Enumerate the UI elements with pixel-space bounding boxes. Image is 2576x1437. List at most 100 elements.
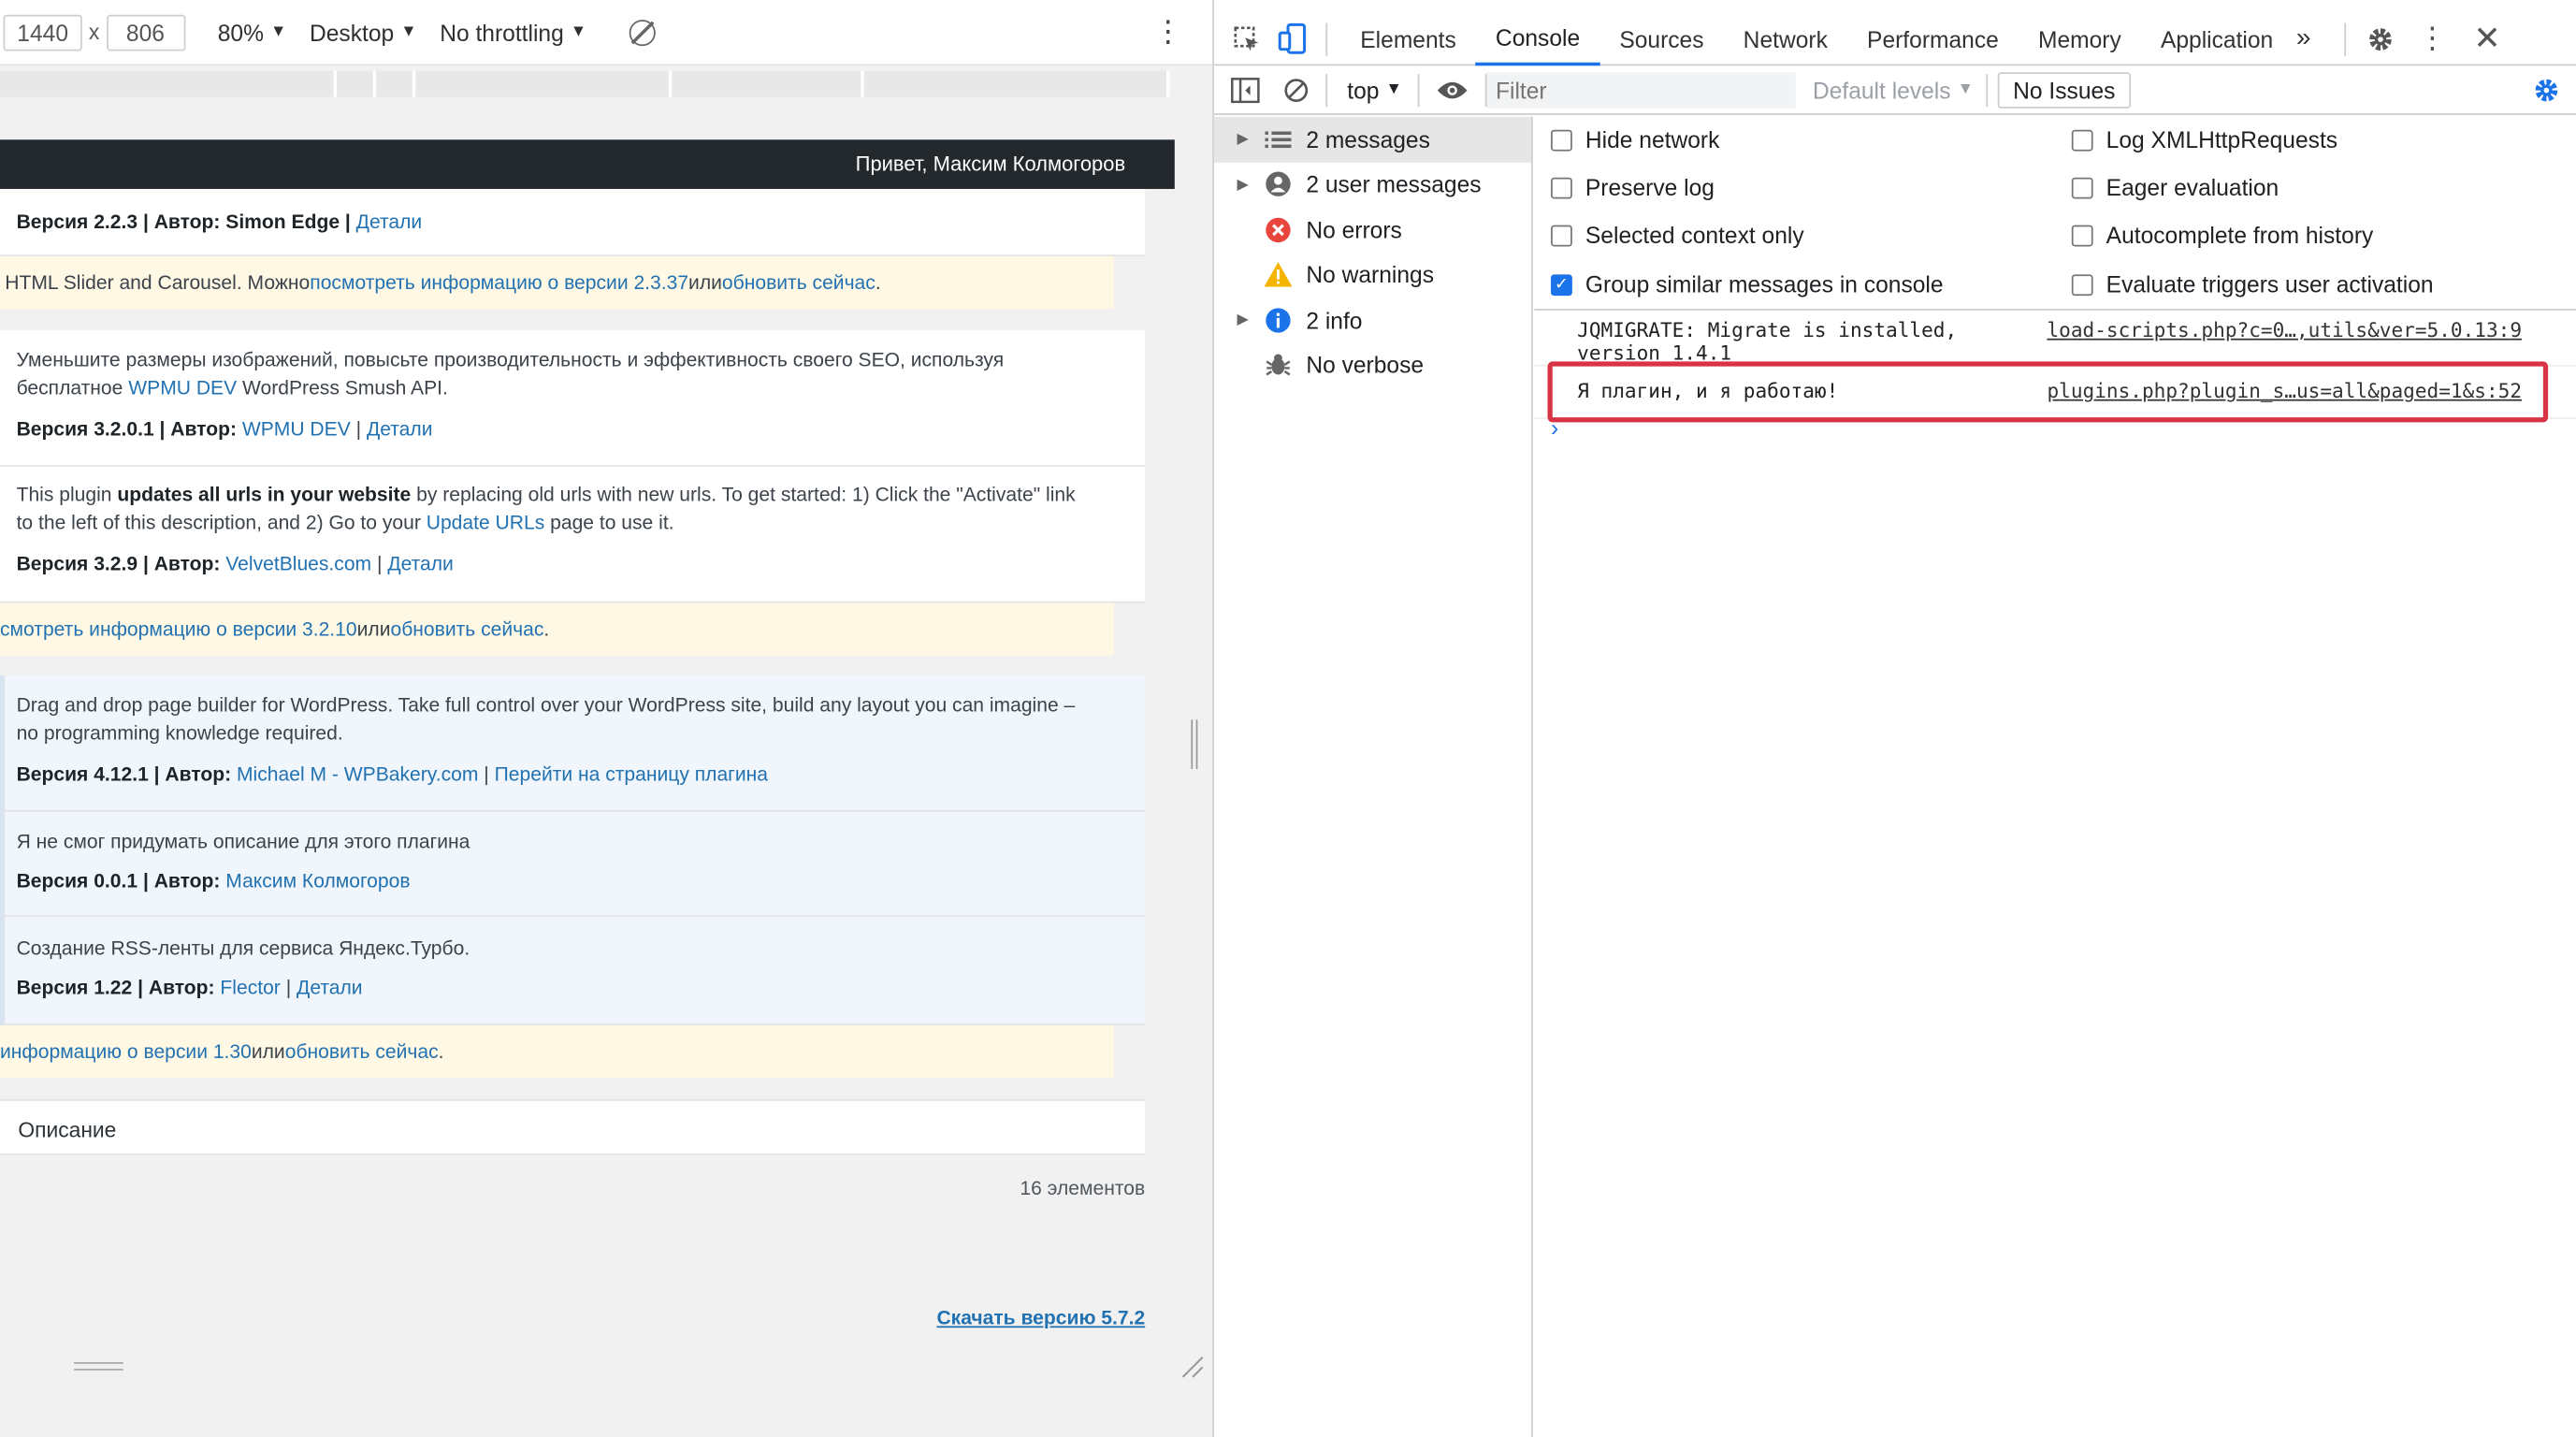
expand-arrow-icon[interactable]: ▶: [1237, 311, 1251, 328]
inspect-element-icon[interactable]: [1227, 23, 1266, 53]
rotate-disabled-icon[interactable]: [629, 19, 656, 46]
hide-network-checkbox[interactable]: [1551, 128, 1572, 151]
update-now-link[interactable]: обновить сейчас: [285, 1040, 439, 1064]
selected-context-checkbox[interactable]: [1551, 224, 1572, 246]
preserve-log-option[interactable]: Preserve log: [1551, 174, 1715, 200]
details-link[interactable]: Детали: [367, 417, 433, 441]
tab-memory[interactable]: Memory: [2019, 12, 2141, 65]
context-selector[interactable]: top ▼: [1347, 77, 1402, 103]
author-link[interactable]: Flector: [220, 976, 280, 999]
console-settings-gear-icon[interactable]: [2532, 75, 2562, 105]
issues-button[interactable]: No Issues: [1998, 71, 2131, 109]
sidebar-item-errors[interactable]: No errors: [1214, 207, 1531, 252]
view-version-link[interactable]: посмотреть информацию о версии 2.3.37: [310, 271, 688, 295]
download-version-link[interactable]: Скачать версию 5.7.2: [936, 1306, 1145, 1329]
sidebar-item-warnings[interactable]: No warnings: [1214, 253, 1531, 298]
resize-handle-right[interactable]: [1191, 719, 1198, 769]
view-version-link[interactable]: смотреть информацию о версии 3.2.10: [0, 617, 357, 641]
wpmu-link[interactable]: WPMU DEV: [128, 376, 237, 399]
resize-corner-icon[interactable]: [1181, 1356, 1205, 1379]
more-tabs-icon[interactable]: »: [2296, 23, 2311, 53]
plugin-meta: Версия 1.22 | Автор: Flector | Детали: [17, 975, 1134, 1003]
gear-icon[interactable]: [2365, 23, 2395, 53]
desc-text: by replacing old urls with new urls. To …: [411, 483, 1076, 506]
plugin-description: бесплатное WPMU DEV WordPress Smush API.: [17, 374, 1129, 402]
option-label: Hide network: [1585, 126, 1720, 153]
option-label: Eager evaluation: [2106, 174, 2279, 201]
plugin-description: Уменьшите размеры изображений, повысьте …: [16, 348, 1005, 371]
details-link[interactable]: Детали: [387, 552, 454, 575]
hide-network-option[interactable]: Hide network: [1551, 126, 1719, 152]
console-sidebar: ▶ 2 messages ▶ 2 user messages No errors…: [1213, 116, 1533, 1437]
preserve-log-checkbox[interactable]: [1551, 176, 1572, 198]
console-prompt[interactable]: ›: [1551, 414, 1558, 441]
expand-arrow-icon[interactable]: ▶: [1237, 175, 1251, 193]
device-dropdown[interactable]: Desktop ▼: [310, 19, 417, 45]
log-xhr-checkbox[interactable]: [2071, 128, 2093, 151]
option-label: Evaluate triggers user activation: [2106, 270, 2434, 298]
log-levels-dropdown[interactable]: Default levels ▼: [1813, 77, 1974, 103]
description-column-header[interactable]: Описание: [18, 1117, 116, 1141]
sidebar-item-verbose[interactable]: No verbose: [1214, 342, 1531, 387]
close-icon[interactable]: ✕: [2473, 18, 2500, 59]
author-link[interactable]: Michael M - WPBakery.com: [237, 762, 478, 786]
sidebar-item-info[interactable]: ▶ 2 info: [1214, 298, 1531, 342]
divider: [1325, 73, 1328, 107]
user-icon: [1264, 171, 1294, 197]
sidebar-item-user-messages[interactable]: ▶ 2 user messages: [1214, 162, 1531, 207]
media-query-ruler[interactable]: [0, 65, 1213, 102]
filter-input[interactable]: [1487, 71, 1797, 109]
group-similar-option[interactable]: ✓ Group similar messages in console: [1551, 271, 1944, 298]
device-height-input[interactable]: 806: [106, 13, 185, 51]
selected-context-option[interactable]: Selected context only: [1551, 222, 1804, 248]
device-toggle-icon[interactable]: [1273, 22, 1312, 55]
resize-handle-bottom[interactable]: [74, 1362, 123, 1371]
clear-console-icon[interactable]: [1283, 77, 1310, 103]
meta-sep: |: [478, 762, 495, 786]
meta-sep: |: [280, 976, 297, 999]
details-link[interactable]: Детали: [356, 210, 423, 234]
tab-console[interactable]: Console: [1475, 12, 1600, 65]
tab-application[interactable]: Application: [2141, 12, 2293, 65]
more-options-icon[interactable]: ⋮: [2418, 22, 2448, 56]
update-now-link[interactable]: обновить сейчас: [722, 271, 876, 295]
update-urls-link[interactable]: Update URLs: [427, 511, 545, 534]
eye-icon[interactable]: [1437, 78, 1469, 101]
tab-network[interactable]: Network: [1724, 12, 1847, 65]
greeting[interactable]: Привет, Максим Колмогоров: [856, 152, 1125, 176]
update-notice: информацию о версии 1.30 или обновить се…: [0, 1024, 1114, 1079]
details-link[interactable]: Детали: [297, 976, 363, 999]
author-link[interactable]: Максим Колмогоров: [225, 869, 410, 893]
sidebar-item-messages[interactable]: ▶ 2 messages: [1213, 116, 1531, 163]
update-now-link[interactable]: обновить сейчас: [390, 617, 543, 641]
caret-down-icon: ▼: [269, 22, 287, 41]
message-source-link[interactable]: load-scripts.php?c=0…,utils&ver=5.0.13:9: [2047, 319, 2522, 342]
update-or: или: [251, 1039, 285, 1064]
more-options-icon[interactable]: ⋮: [1153, 15, 1183, 50]
evaluate-triggers-checkbox[interactable]: [2071, 273, 2093, 296]
tab-sources[interactable]: Sources: [1599, 12, 1723, 65]
expand-arrow-icon[interactable]: ▶: [1237, 130, 1251, 148]
eager-evaluation-checkbox[interactable]: [2071, 176, 2093, 198]
meta-sep: |: [350, 417, 367, 441]
evaluate-triggers-option[interactable]: Evaluate triggers user activation: [2071, 270, 2434, 298]
console-message[interactable]: JQMIGRATE: Migrate is installed, version…: [1534, 312, 2576, 367]
zoom-dropdown[interactable]: 80% ▼: [218, 19, 287, 45]
throttling-value: No throttling: [440, 19, 564, 46]
device-width-input[interactable]: 1440: [3, 13, 82, 51]
eager-evaluation-option[interactable]: Eager evaluation: [2071, 174, 2279, 201]
author-link[interactable]: VelvetBlues.com: [225, 552, 371, 575]
throttling-dropdown[interactable]: No throttling ▼: [440, 19, 586, 45]
tab-elements[interactable]: Elements: [1340, 12, 1476, 65]
author-link[interactable]: WPMU DEV: [242, 417, 351, 441]
autocomplete-option[interactable]: Autocomplete from history: [2071, 222, 2373, 248]
meta-sep: |: [371, 552, 388, 575]
group-similar-checkbox[interactable]: ✓: [1551, 273, 1572, 296]
tab-performance[interactable]: Performance: [1847, 12, 2019, 65]
log-xhr-option[interactable]: Log XMLHttpRequests: [2071, 126, 2337, 152]
plugins-list: Версия 2.2.3 | Автор: Simon Edge | Детал…: [0, 188, 1175, 1349]
plugin-page-link[interactable]: Перейти на страницу плагина: [495, 762, 768, 786]
sidebar-toggle-icon[interactable]: [1231, 77, 1261, 103]
autocomplete-checkbox[interactable]: [2071, 224, 2093, 246]
view-version-link[interactable]: информацию о версии 1.30: [0, 1040, 252, 1064]
